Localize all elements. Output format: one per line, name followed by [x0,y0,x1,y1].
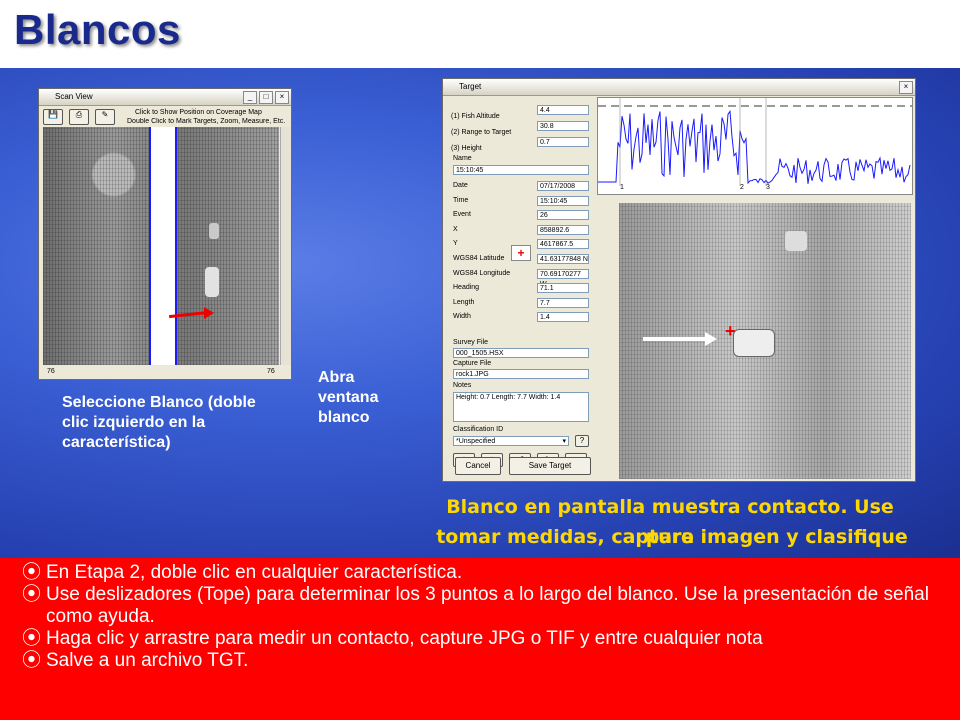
detail-input[interactable]: 71.1 [537,283,589,294]
capture-file-input[interactable]: rock1.JPG [453,369,589,379]
open-window-caption: Abra ventana blanco [318,369,379,426]
detail-label: Heading [453,284,480,292]
minimize-button[interactable]: _ [243,91,257,104]
print-icon[interactable]: ⎙ [69,109,89,125]
maximize-button[interactable]: □ [259,91,273,104]
pen-icon[interactable]: ✎ [95,109,115,125]
scan-view-title: Scan View [55,92,93,101]
scan-hint-1: Click to Show Position on Coverage Map [135,109,262,116]
target-feature [785,231,807,251]
bullet-item: ⦿ Use deslizadores (Tope) para determinar… [22,584,929,627]
plot-tick-3: 3 [766,184,770,191]
target-title: Target [459,82,482,91]
detail-label: Date [453,182,468,189]
plus-icon: + [511,245,531,261]
bullet-item: ⦿ Salve a un archivo TGT. [22,650,249,671]
detail-label: X [453,225,458,233]
detail-label: WGS84 Latitude [453,255,505,262]
slide-title: Blancos [14,6,181,53]
notes-label: Notes [453,382,472,389]
scan-view-titlebar[interactable]: Scan View _ □ × [39,89,291,106]
name-label: Name [453,155,472,162]
detail-input[interactable]: 1.4 [537,312,589,323]
close-button[interactable]: × [899,81,913,94]
target-feature [733,329,775,357]
notes-textarea[interactable]: Height: 0.7 Length: 7.7 Width: 1.4 [453,392,589,422]
signal-line [598,109,911,185]
classification-label: Classification ID [453,426,504,433]
target-form: (1) Fish Altitude 4.4 (2) Range to Targe… [451,99,591,479]
bullet-icon: ⦿ [22,562,42,583]
detail-label: Time [453,196,469,204]
red-crosshair-icon: + [725,321,736,341]
close-button[interactable]: × [275,91,289,104]
bullet-list: ⦿ En Etapa 2, doble clic en cualquier car… [22,562,952,672]
measure-field-row: (3) Height [451,145,482,152]
plot-tick-2: 2 [740,184,744,191]
vertical-scrollbar[interactable] [280,127,291,365]
range-to-target-input[interactable]: 30.8 [537,121,589,131]
detail-input[interactable]: 7.7 [537,297,589,308]
target-feature [205,267,219,297]
cancel-button[interactable]: Cancel [455,457,501,475]
white-arrowhead-icon [705,332,717,346]
fish-altitude-input[interactable]: 4.4 [537,105,589,115]
bullet-item: ⦿ Haga clic y arrastre para medir un cont… [22,628,763,649]
white-arrow-icon [643,337,707,341]
red-arrowhead-icon [204,307,214,319]
select-target-caption: Seleccione Blanco (doble clic izquierdo … [62,394,256,451]
target-feature [209,223,219,239]
detail-input[interactable]: 41.63177848 N [537,254,589,264]
target-window: Target × (1) Fish Altitude 4.4 (2) Range… [442,78,916,482]
detail-label: Length [453,298,475,306]
bullet-icon: ⦿ [22,584,42,605]
water-column-channel [149,127,177,365]
detail-input[interactable]: 4617867.5 [537,239,589,250]
scan-scale-left: 76 [47,368,55,375]
scan-scale-right: 76 [267,368,275,375]
bullet-icon: ⦿ [22,650,42,671]
detail-input[interactable]: 858892.6 [537,224,589,235]
signal-plot[interactable]: 1 2 3 [597,97,913,195]
detail-input[interactable]: 07/17/2008 [537,181,589,191]
detail-input[interactable]: 15:10:45 [537,195,589,206]
scan-sonar-image[interactable] [43,127,279,365]
scan-hint-2: Double Click to Mark Targets, Zoom, Meas… [127,118,286,125]
save-target-button[interactable]: Save Target [509,457,591,475]
bullet-icon: ⦿ [22,628,42,649]
signal-trace [598,98,912,186]
chevron-down-icon: ▾ [562,438,566,445]
survey-file-input[interactable]: 000_1505.HSX [453,348,589,358]
detail-label: WGS84 Longitude [453,269,511,277]
detail-label: Width [453,313,471,321]
name-input[interactable]: 15:10:45 [453,165,589,175]
detail-label: Y [453,240,458,248]
detail-input[interactable]: 26 [537,210,589,221]
plot-tick-1: 1 [620,184,624,191]
save-icon[interactable]: 💾 [43,109,63,125]
target-titlebar[interactable]: Target × [443,79,915,96]
height-input[interactable]: 0.7 [537,137,589,147]
scan-view-window: Scan View _ □ × 💾 ⎙ ✎ Click to Show Positi… [38,88,292,380]
help-button[interactable]: ? [575,435,589,447]
detail-input[interactable]: 70.69170277 W [537,268,589,288]
detail-label: Event [453,211,471,219]
bullet-item: ⦿ En Etapa 2, doble clic en cualquier car… [22,562,463,583]
capture-file-label: Capture File [453,360,492,367]
classification-select[interactable]: *Unspecified ▾ [453,436,569,446]
target-sonar-image[interactable]: + [619,203,911,479]
survey-file-label: Survey File [453,339,489,346]
